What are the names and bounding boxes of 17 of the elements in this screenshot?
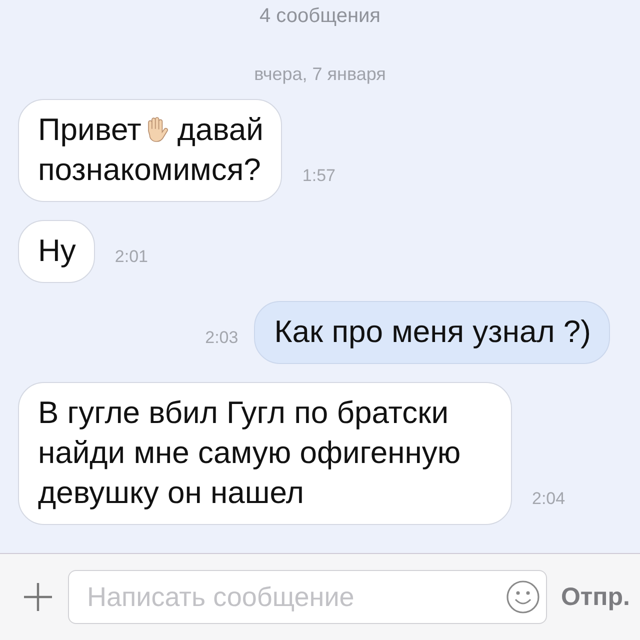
message-text: В гугле вбил Гугл по братски найди мне самую офигенную девушку он нашел [38, 395, 461, 510]
message-text: Привет [38, 112, 142, 147]
message-text: давай [177, 112, 264, 147]
message-text: познакомимся? [38, 152, 261, 187]
message-text: Ну [38, 233, 76, 268]
message-count: 4 сообщения [259, 5, 380, 28]
text-input[interactable]: Написать сообщение [85, 580, 506, 614]
date-label: вчера, 7 января [254, 64, 386, 85]
send-button[interactable]: Отпр. [560, 582, 630, 612]
message-text: Как про меня узнал ?) [274, 314, 591, 349]
message-field[interactable]: Написать сообщение [68, 570, 547, 624]
message-time: 2:01 [114, 247, 148, 268]
attach-icon[interactable] [22, 581, 54, 613]
message-time: 1:57 [302, 166, 336, 187]
message-time: 2:04 [532, 489, 566, 510]
smiley-icon[interactable] [506, 580, 540, 614]
message-time: 2:03 [205, 328, 238, 349]
